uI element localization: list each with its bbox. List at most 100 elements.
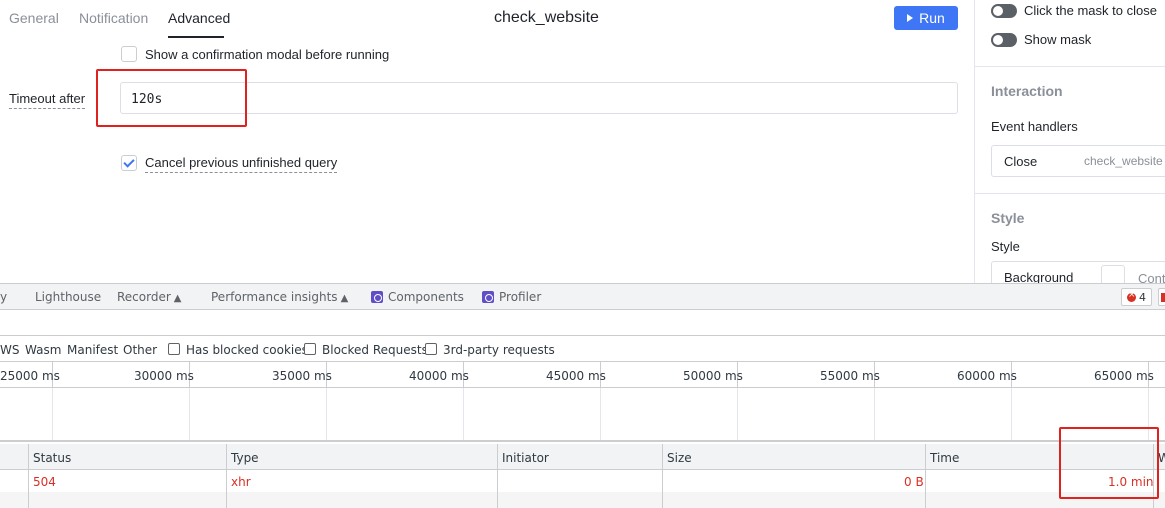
- cancel-previous-checkbox[interactable]: [121, 155, 137, 171]
- devtools-tab-components[interactable]: Components: [371, 290, 464, 304]
- timeline-tick-label: 40000 ms: [409, 369, 469, 383]
- column-divider[interactable]: [226, 444, 227, 508]
- filter-ws[interactable]: WS: [0, 343, 19, 357]
- devtools-tab-partial[interactable]: y: [0, 290, 7, 304]
- grid-line: [463, 388, 464, 440]
- column-divider[interactable]: [662, 444, 663, 508]
- grid-line: [1011, 388, 1012, 440]
- row-status: 504: [33, 475, 56, 489]
- timeout-label: Timeout after: [9, 91, 86, 109]
- event-handler-item[interactable]: Close check_website: [991, 145, 1165, 177]
- inspector-panel: Click the mask to close Show mask Intera…: [974, 0, 1165, 293]
- has-blocked-cookies-checkbox[interactable]: [168, 343, 180, 355]
- timeline-tick-label: 55000 ms: [820, 369, 880, 383]
- interaction-heading: Interaction: [991, 83, 1063, 99]
- play-icon: [907, 14, 914, 22]
- grid-line: [1148, 388, 1149, 440]
- timeline-tick-label: 35000 ms: [272, 369, 332, 383]
- network-filter-bar: WS Wasm Manifest Other Has blocked cooki…: [0, 336, 1165, 362]
- timeline-ruler: 25000 ms 30000 ms 35000 ms 40000 ms 4500…: [0, 362, 1165, 388]
- tab-notification[interactable]: Notification: [79, 10, 148, 26]
- screenshot-root: General Notification Advanced check_webs…: [0, 0, 1165, 508]
- flask-icon: ▲: [173, 293, 182, 304]
- timeline-overview[interactable]: [0, 388, 1165, 442]
- table-row[interactable]: 504 xhr 0 B 1.0 min: [0, 470, 1165, 492]
- network-toolbar: [0, 310, 1165, 336]
- components-label: Components: [388, 290, 464, 304]
- column-divider[interactable]: [497, 444, 498, 508]
- timeline-tick-label: 50000 ms: [683, 369, 743, 383]
- click-mask-close-label: Click the mask to close: [1024, 3, 1157, 18]
- filter-wasm[interactable]: Wasm: [25, 343, 61, 357]
- event-handler-target: check_website: [1084, 154, 1163, 168]
- event-handlers-label: Event handlers: [991, 119, 1078, 134]
- request-table-header: Status Type Initiator Size Time W: [0, 444, 1165, 470]
- profiler-label: Profiler: [499, 290, 542, 304]
- devtools-tab-profiler[interactable]: Profiler: [482, 290, 541, 304]
- timeline-tick-label: 25000 ms: [0, 369, 60, 383]
- column-waterfall[interactable]: W: [1158, 451, 1165, 465]
- column-divider[interactable]: [28, 444, 29, 508]
- event-handler-event: Close: [1004, 154, 1038, 169]
- show-mask-toggle[interactable]: [991, 33, 1017, 47]
- third-party-requests-checkbox[interactable]: [425, 343, 437, 355]
- timeout-input[interactable]: 120s: [120, 82, 958, 114]
- performance-insights-label: Performance insights: [211, 290, 338, 304]
- show-mask-label: Show mask: [1024, 32, 1092, 47]
- error-count-badge[interactable]: 4: [1121, 288, 1152, 306]
- row-type: xhr: [231, 475, 251, 489]
- react-components-icon: [371, 291, 383, 303]
- react-profiler-icon: [482, 291, 494, 303]
- filter-other[interactable]: Other: [123, 343, 157, 357]
- timeline-tick-label: 60000 ms: [957, 369, 1017, 383]
- column-time[interactable]: Time: [930, 451, 959, 465]
- timeline-tick-label: 45000 ms: [546, 369, 606, 383]
- divider: [975, 193, 1165, 194]
- timeline-tick-label: 30000 ms: [134, 369, 194, 383]
- tab-advanced[interactable]: Advanced: [168, 10, 230, 26]
- grid-line: [737, 388, 738, 440]
- table-row-empty: [0, 492, 1165, 508]
- confirm-modal-label: Show a confirmation modal before running: [145, 47, 390, 62]
- blocked-requests-checkbox[interactable]: [304, 343, 316, 355]
- error-icon: [1127, 290, 1136, 302]
- tab-general[interactable]: General: [9, 10, 59, 26]
- devtools-tab-bar: y Lighthouse Recorder ▲ Performance insig…: [0, 283, 1165, 310]
- row-time: 1.0 min: [1108, 475, 1154, 489]
- style-heading: Style: [991, 210, 1025, 226]
- run-button[interactable]: Run: [894, 6, 958, 30]
- column-divider[interactable]: [925, 444, 926, 508]
- grid-line: [52, 388, 53, 440]
- style-label: Style: [991, 239, 1020, 254]
- column-type[interactable]: Type: [231, 451, 259, 465]
- grid-line: [189, 388, 190, 440]
- devtools-tab-recorder[interactable]: Recorder ▲: [117, 290, 181, 304]
- blocked-requests-label: Blocked Requests: [322, 343, 428, 357]
- filter-manifest[interactable]: Manifest: [67, 343, 118, 357]
- active-tab-indicator: [168, 36, 224, 38]
- column-initiator[interactable]: Initiator: [502, 451, 549, 465]
- error-count: 4: [1139, 290, 1146, 304]
- divider: [975, 66, 1165, 67]
- issues-badge[interactable]: [1158, 288, 1165, 306]
- recorder-label: Recorder: [117, 290, 171, 304]
- confirm-modal-checkbox[interactable]: [121, 46, 137, 62]
- run-button-label: Run: [919, 10, 945, 26]
- has-blocked-cookies-label: Has blocked cookies: [186, 343, 308, 357]
- grid-line: [874, 388, 875, 440]
- timeline-tick-label: 65000 ms: [1094, 369, 1154, 383]
- devtools-tab-performance-insights[interactable]: Performance insights ▲: [211, 290, 348, 304]
- column-size[interactable]: Size: [667, 451, 692, 465]
- click-mask-close-toggle[interactable]: [991, 4, 1017, 18]
- grid-line: [600, 388, 601, 440]
- grid-line: [326, 388, 327, 440]
- row-size: 0 B: [904, 475, 924, 489]
- query-name-title: check_website: [494, 9, 599, 26]
- third-party-requests-label: 3rd-party requests: [443, 343, 555, 357]
- column-status[interactable]: Status: [33, 451, 71, 465]
- cancel-previous-label: Cancel previous unfinished query: [145, 155, 338, 173]
- devtools-panel: y Lighthouse Recorder ▲ Performance insig…: [0, 283, 1165, 508]
- devtools-tab-lighthouse[interactable]: Lighthouse: [35, 290, 101, 304]
- flask-icon: ▲: [340, 293, 349, 304]
- column-divider[interactable]: [1153, 444, 1154, 508]
